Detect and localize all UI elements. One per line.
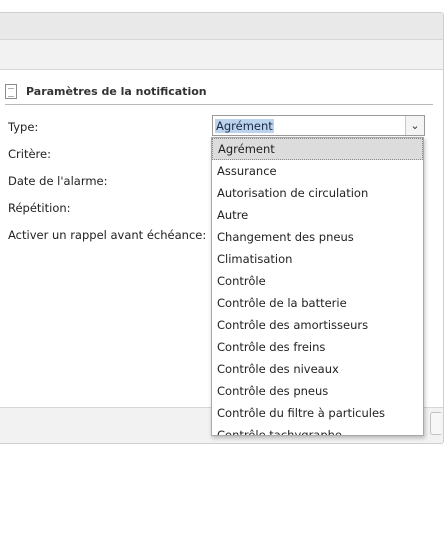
dialog-titlebar[interactable] <box>0 13 443 40</box>
type-select[interactable]: Agrément ⌄ <box>212 115 425 136</box>
type-label: Type: <box>8 120 39 134</box>
dropdown-option[interactable]: Contrôle de la batterie <box>212 292 423 314</box>
dropdown-option[interactable]: Contrôle <box>212 270 423 292</box>
critere-label: Critère: <box>8 147 51 161</box>
dropdown-option[interactable]: Climatisation <box>212 248 423 270</box>
section-title: Paramètres de la notification <box>26 85 207 98</box>
repetition-label: Répétition: <box>8 201 71 215</box>
rappel-label: Activer un rappel avant échéance: <box>8 228 207 242</box>
dropdown-option[interactable]: Contrôle des niveaux <box>212 358 423 380</box>
dropdown-option[interactable]: Contrôle du filtre à particules <box>212 402 423 424</box>
dropdown-option[interactable]: Autre <box>212 204 423 226</box>
dropdown-option[interactable]: Contrôle des freins <box>212 336 423 358</box>
chevron-down-icon[interactable]: ⌄ <box>405 116 424 135</box>
dropdown-option[interactable]: Contrôle tachygraphe <box>212 424 423 435</box>
dropdown-option[interactable]: Contrôle des amortisseurs <box>212 314 423 336</box>
date-alarme-label: Date de l'alarme: <box>8 174 108 188</box>
footer-button[interactable] <box>430 412 441 435</box>
page-top-strip <box>0 0 448 12</box>
section-header: Paramètres de la notification <box>5 82 433 105</box>
dropdown-option[interactable]: Agrément <box>212 138 423 160</box>
type-select-value: Agrément <box>215 119 274 133</box>
dropdown-option[interactable]: Autorisation de circulation <box>212 182 423 204</box>
dropdown-option[interactable]: Changement des pneus <box>212 226 423 248</box>
type-dropdown-list[interactable]: Agrément Assurance Autorisation de circu… <box>211 137 424 436</box>
document-icon <box>5 84 17 99</box>
dropdown-option[interactable]: Assurance <box>212 160 423 182</box>
dropdown-option[interactable]: Contrôle des pneus <box>212 380 423 402</box>
